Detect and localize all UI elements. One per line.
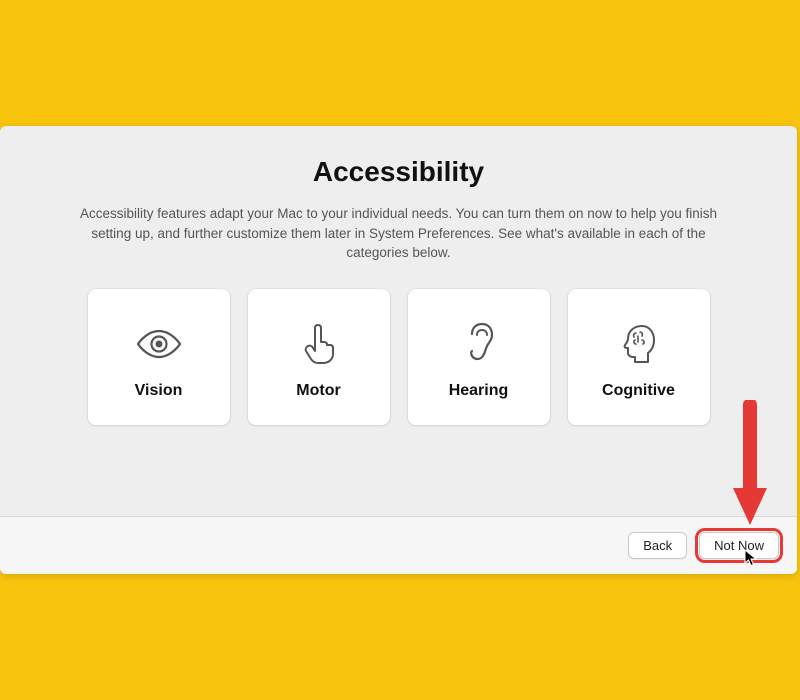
window-content: Accessibility Accessibility features ada… [0, 126, 797, 516]
motor-card[interactable]: Motor [248, 289, 390, 425]
page-subtitle: Accessibility features adapt your Mac to… [79, 204, 719, 263]
cognitive-card[interactable]: Cognitive [568, 289, 710, 425]
eye-icon [136, 314, 182, 374]
hearing-card[interactable]: Hearing [408, 289, 550, 425]
hand-pointer-icon [301, 314, 337, 374]
card-label: Cognitive [602, 382, 675, 400]
page-title: Accessibility [40, 156, 757, 188]
not-now-button[interactable]: Not Now [699, 532, 779, 559]
ear-icon [463, 314, 495, 374]
vision-card[interactable]: Vision [88, 289, 230, 425]
back-button[interactable]: Back [628, 532, 687, 559]
card-label: Motor [296, 382, 340, 400]
accessibility-setup-window: Accessibility Accessibility features ada… [0, 126, 797, 574]
card-label: Hearing [449, 382, 509, 400]
window-footer: Back Not Now [0, 516, 797, 574]
category-cards: Vision Motor Hearing [40, 289, 757, 425]
card-label: Vision [135, 382, 183, 400]
brain-head-icon [620, 314, 658, 374]
